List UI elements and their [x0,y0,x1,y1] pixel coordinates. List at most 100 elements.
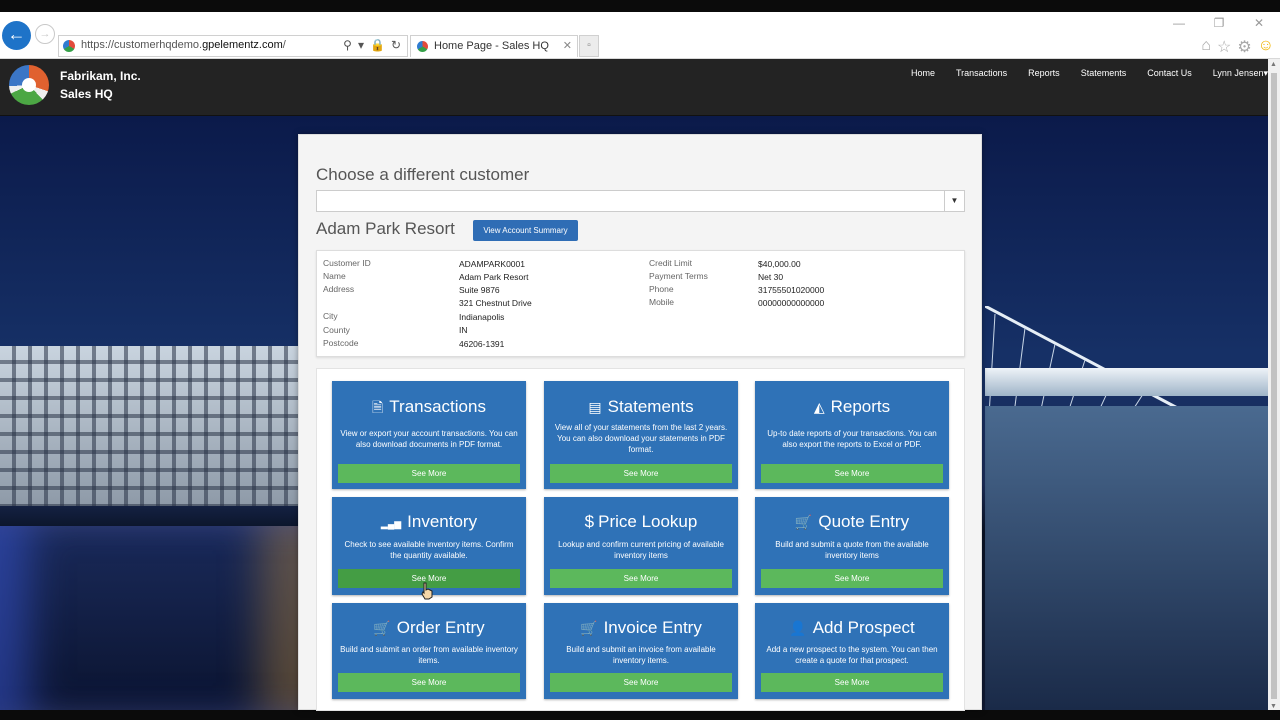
view-account-summary-button[interactable]: View Account Summary [473,220,578,241]
card-title-text: Add Prospect [812,618,915,637]
card-description: Build and submit a quote from the availa… [775,540,929,560]
tab-close-icon[interactable]: ✕ [563,39,572,52]
restore-icon[interactable]: ❐ [1212,16,1226,30]
forward-arrow-icon[interactable]: → [35,24,55,44]
new-tab-button[interactable]: ▫ [579,35,599,57]
refresh-icon[interactable]: ↻ [391,38,401,52]
scroll-up-icon[interactable]: ▲ [1270,61,1277,68]
select-caret-icon[interactable]: ▼ [944,191,964,211]
screen-bottom-bar [0,710,1280,720]
home-icon[interactable]: ⌂ [1201,37,1211,57]
see-more-statements-button[interactable]: See More [550,464,732,483]
label-payment-terms: Payment Terms [649,271,708,281]
nav-reports[interactable]: Reports [1028,68,1060,79]
choose-customer-heading: Choose a different customer [316,165,530,184]
card-title-text: Price Lookup [598,512,698,531]
card-description: Add a new prospect to the system. You ca… [766,645,938,665]
see-more-order-entry-button[interactable]: See More [338,673,520,692]
nav-transactions[interactable]: Transactions [956,68,1007,79]
feedback-smiley-icon[interactable]: ☺ [1258,37,1274,57]
label-phone: Phone [649,284,674,294]
card-quote-entry: 🛒 Quote Entry Build and submit a quote fr… [755,497,949,595]
card-title-text: Statements [607,397,694,416]
page-scrollbar[interactable]: ▲ ▼ [1268,59,1280,720]
label-postcode: Postcode [323,338,359,348]
close-window-icon[interactable]: ✕ [1252,16,1266,30]
card-reports: ◭ Reports Up-to date reports of your tran… [755,381,949,489]
see-more-reports-button[interactable]: See More [761,464,943,483]
minimize-icon[interactable]: — [1172,16,1186,30]
label-city: City [323,311,338,321]
value-phone: 31755501020000 [758,285,825,295]
settings-gear-icon[interactable]: ⚙ [1237,37,1251,57]
url-domain: gpelementz.com [202,39,283,51]
top-navigation: Home Transactions Reports Statements Con… [911,68,1268,79]
user-icon: 👤 [789,620,807,636]
site-header: Fabrikam, Inc. Sales HQ Home Transaction… [0,59,1268,116]
card-transactions: 🗎 Transactions View or export your accoun… [332,381,526,489]
card-inventory: ▂▄▆ Inventory Check to see available inve… [332,497,526,595]
browser-tab[interactable]: Home Page - Sales HQ ✕ [410,35,578,57]
value-credit-limit: $40,000.00 [758,259,801,269]
nav-user-menu[interactable]: Lynn Jensen▾ [1213,68,1268,79]
value-city: Indianapolis [459,312,505,322]
see-more-quote-entry-button[interactable]: See More [761,569,943,588]
card-title-text: Order Entry [396,618,485,637]
label-credit-limit: Credit Limit [649,258,692,268]
company-logo-icon[interactable] [9,65,49,105]
see-more-price-lookup-button[interactable]: See More [550,569,732,588]
customer-select[interactable]: ▼ [316,190,965,212]
document-icon: 🗎 [372,399,384,415]
value-county: IN [459,325,468,335]
back-arrow-icon[interactable]: ← [2,21,31,50]
value-address-line2: 321 Chestnut Drive [459,298,532,308]
screen-top-bar [0,0,1280,12]
card-description: Build and submit an invoice from availab… [566,645,716,665]
card-title-text: Transactions [389,397,486,416]
cart-icon: 🛒 [580,620,598,636]
scrollbar-thumb[interactable] [1271,73,1277,699]
lock-icon[interactable]: 🔒 [370,38,385,52]
label-customer-id: Customer ID [323,258,371,268]
company-name: Fabrikam, Inc. [60,69,141,83]
scroll-down-icon[interactable]: ▼ [1270,703,1277,710]
url-prefix: https://customerhqdemo. [81,39,203,51]
background-water-left [0,526,300,710]
url-text[interactable]: https://customerhqdemo.gpelementz.com/ [81,39,286,51]
customer-name-heading: Adam Park Resort [316,219,455,238]
see-more-invoice-entry-button[interactable]: See More [550,673,732,692]
card-title-transactions: 🗎 Transactions [332,397,526,421]
address-bar[interactable]: https://customerhqdemo.gpelementz.com/ ⚲… [58,35,408,57]
site-favicon-icon [63,40,75,52]
search-icon[interactable]: ⚲ [343,38,352,52]
background-building [0,346,300,506]
card-add-prospect: 👤 Add Prospect Add a new prospect to the … [755,603,949,699]
user-name: Lynn Jensen [1212,68,1264,78]
label-mobile: Mobile [649,297,675,307]
value-customer-id: ADAMPARK0001 [459,259,525,269]
see-more-transactions-button[interactable]: See More [338,464,520,483]
dropdown-icon[interactable]: ▾ [358,38,364,52]
customer-info-box: Customer ID ADAMPARK0001 Name Adam Park … [316,250,965,357]
card-title-reports: ◭ Reports [755,397,949,417]
card-description: View or export your account transactions… [340,429,518,449]
app-name: Sales HQ [60,87,113,101]
value-postcode: 46206-1391 [459,339,505,349]
background-bridge-deck [985,368,1268,396]
area-chart-icon: ◭ [813,399,825,415]
card-statements: ▤ Statements View all of your statements … [544,381,738,489]
nav-statements[interactable]: Statements [1081,68,1127,79]
cart-icon: 🛒 [794,514,813,530]
cart-icon: 🛒 [373,620,391,636]
brand[interactable]: Fabrikam, Inc. Sales HQ [60,67,141,103]
dollar-icon: $ [584,512,595,531]
value-payment-terms: Net 30 [758,272,784,282]
card-title-text: Reports [830,397,891,416]
nav-contact-us[interactable]: Contact Us [1147,68,1192,79]
see-more-add-prospect-button[interactable]: See More [761,673,943,692]
favorites-star-icon[interactable]: ☆ [1217,37,1231,57]
address-tools: ⚲ ▾ 🔒 ↻ [343,38,401,52]
card-title-order-entry: 🛒 Order Entry [332,618,526,638]
nav-home[interactable]: Home [911,68,935,79]
tab-title: Home Page - Sales HQ [434,40,549,52]
